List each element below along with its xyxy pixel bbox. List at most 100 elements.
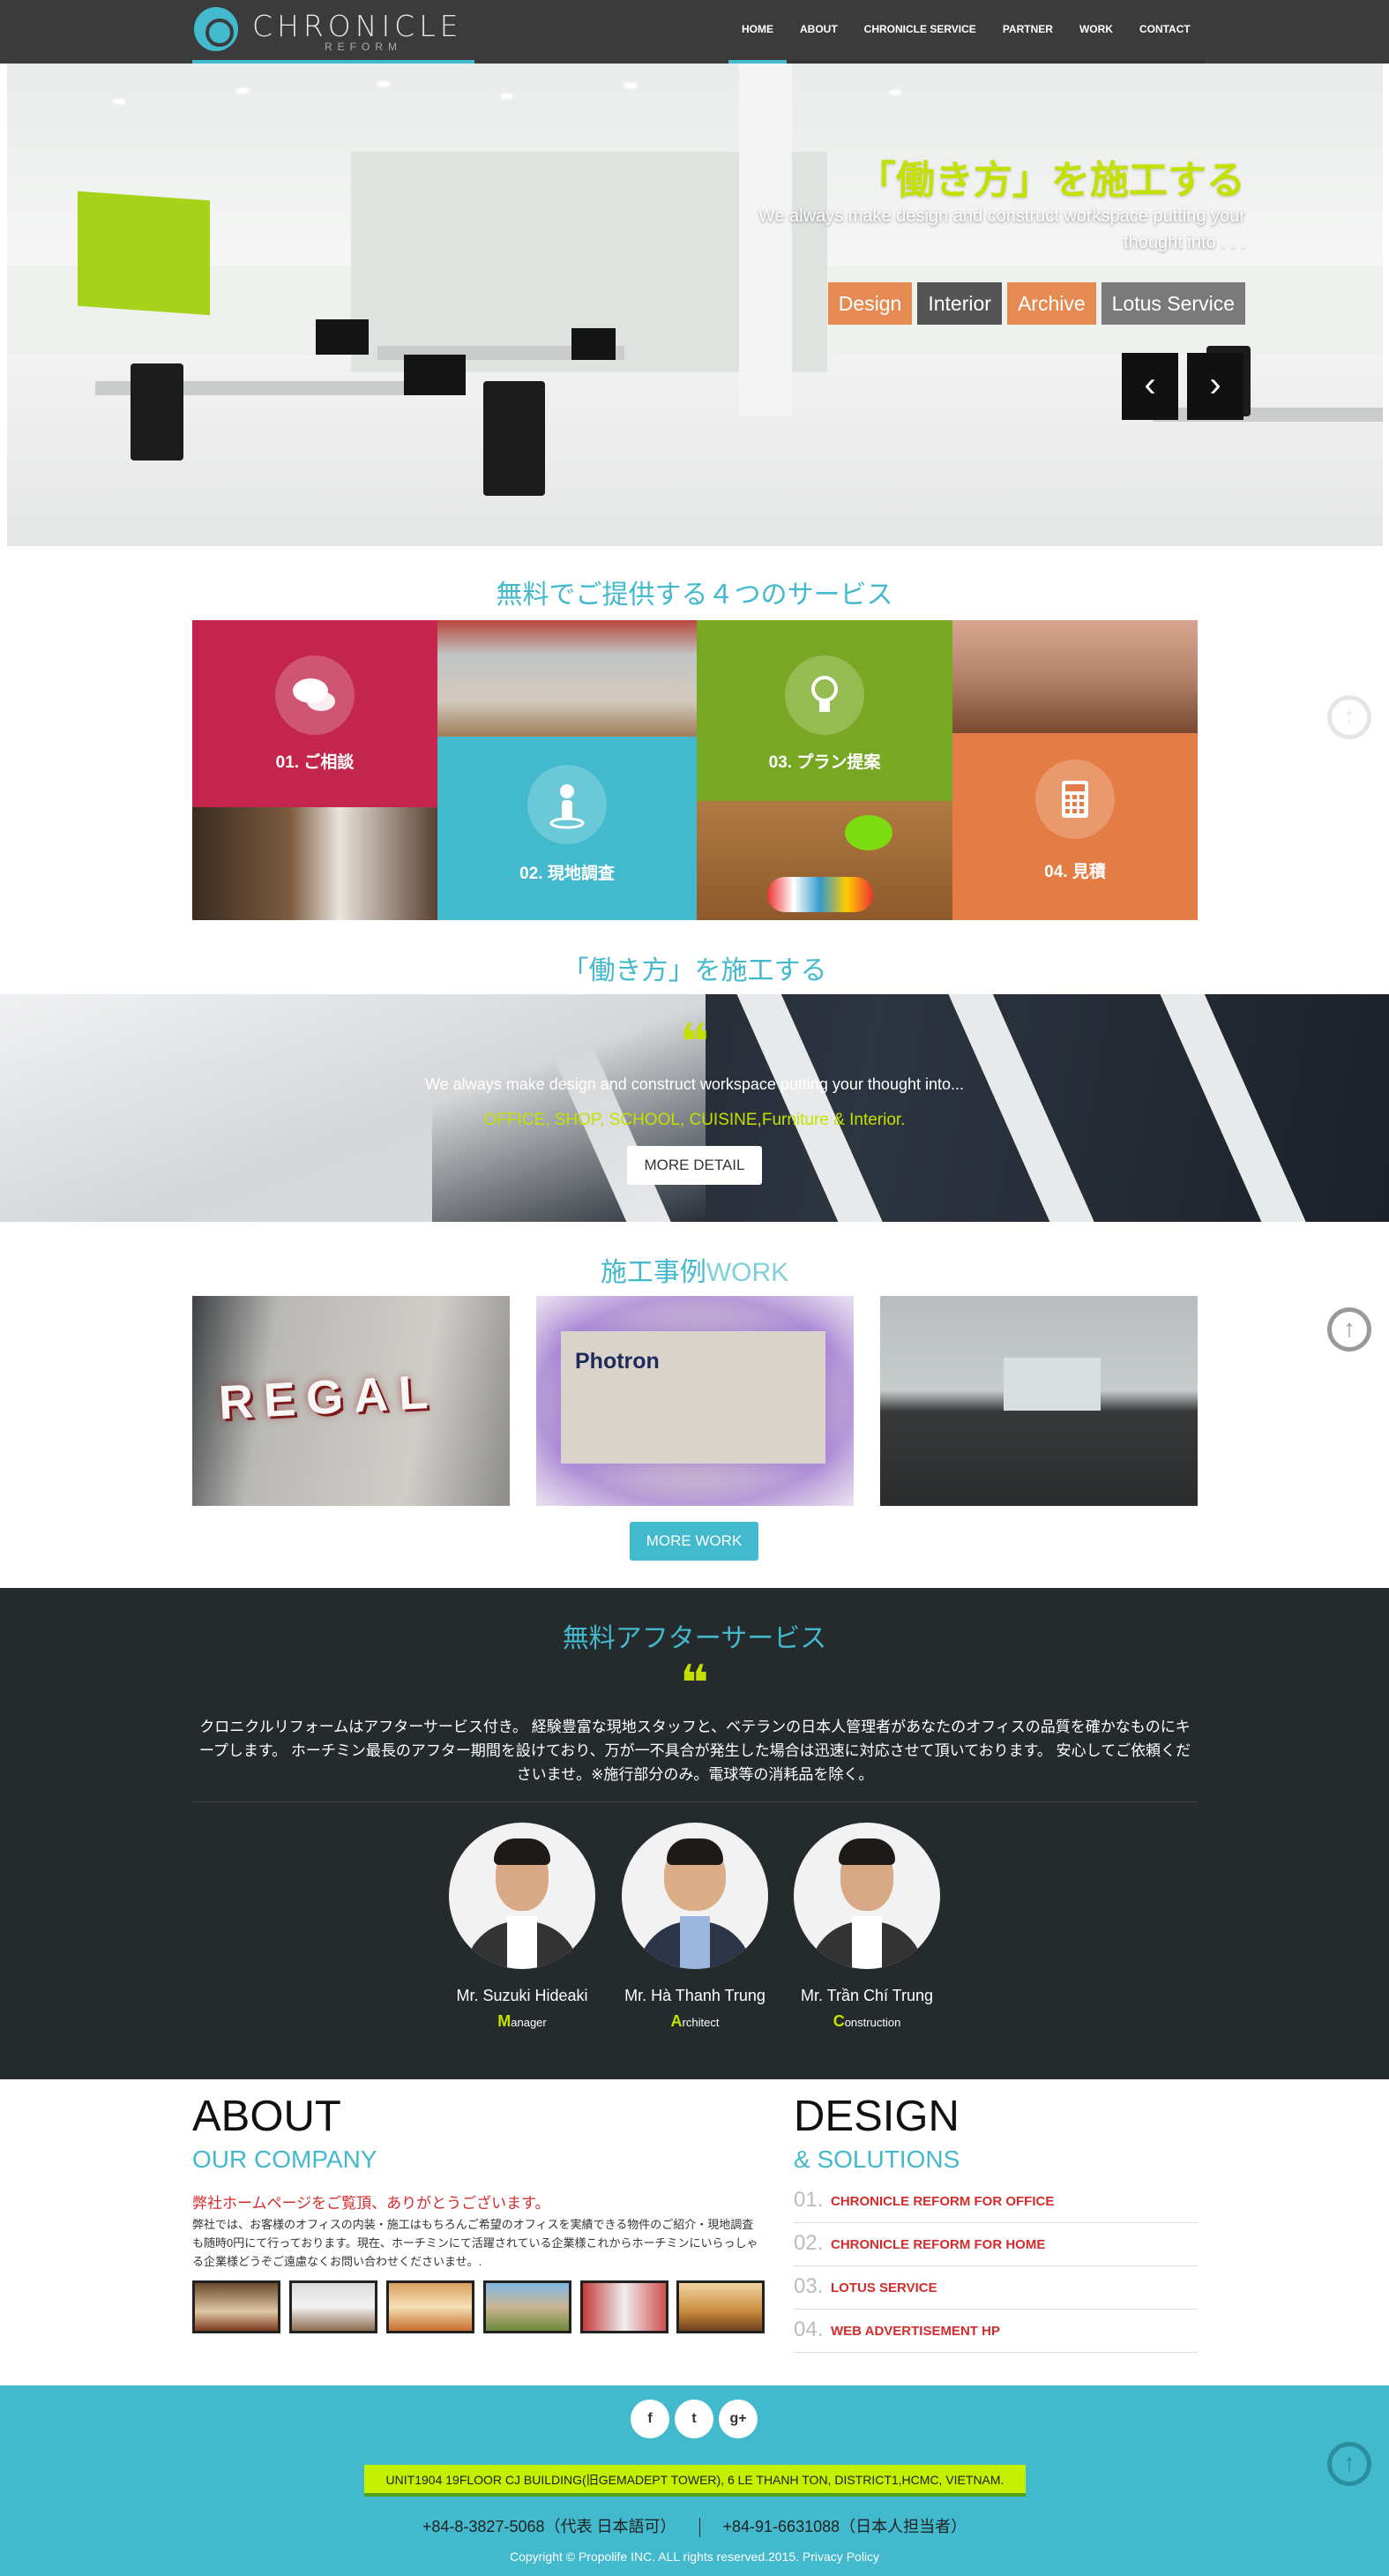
calculator-icon <box>1035 760 1115 839</box>
service-label: 03. プラン提案 <box>768 753 881 772</box>
logo[interactable]: CHRONICLE REFORM <box>192 0 474 64</box>
member-name: Mr. Trần Chí Trung <box>800 1987 934 2004</box>
monitor <box>404 355 466 395</box>
more-detail-button[interactable]: MORE DETAIL <box>627 1146 762 1185</box>
work-heading: 施工事例WORK <box>0 1250 1389 1289</box>
team-member: Mr. Hà Thanh Trung Architect <box>607 1823 783 2031</box>
design-item[interactable]: 03. LOTUS SERVICE <box>794 2267 1198 2310</box>
lightbulb-icon <box>785 655 864 735</box>
regal-sign: REGAL <box>217 1365 440 1430</box>
phone-japanese[interactable]: +84-91-6631088（日本人担当者） <box>723 2518 967 2535</box>
phone-main[interactable]: +84-8-3827-5068（代表 日本語可） <box>422 2518 676 2535</box>
services-heading: 無料でご提供する４つのサービス <box>496 580 893 610</box>
tag-lotus-service[interactable]: Lotus Service <box>1101 282 1245 325</box>
green-chair-photo <box>697 801 952 920</box>
monitor <box>316 319 369 355</box>
after-service-heading: 無料アフターサービス <box>562 1624 827 1653</box>
chevron-right-icon: › <box>1209 365 1221 404</box>
concept-text: We always make design and construct work… <box>425 1075 964 1093</box>
site-footer: f t g+ UNIT1904 19FLOOR CJ BUILDING(旧GEM… <box>0 2385 1389 2576</box>
tag-interior[interactable]: Interior <box>917 282 1002 325</box>
twitter-icon[interactable]: t <box>675 2400 713 2438</box>
lounge-photo <box>952 620 1198 733</box>
thumbnail[interactable] <box>676 2280 765 2333</box>
member-name: Mr. Hà Thanh Trung <box>624 1987 765 2004</box>
footer-phones: +84-8-3827-5068（代表 日本語可） +84-91-6631088（日… <box>0 2514 1389 2538</box>
service-label: 04. 見積 <box>1044 863 1106 881</box>
hero-title: 「働き方」を施工する <box>857 159 1245 202</box>
tag-design[interactable]: Design <box>827 282 913 325</box>
office-window <box>1004 1358 1101 1411</box>
quote-icon: ❝ <box>680 1014 709 1069</box>
service-tile-plan-proposal[interactable]: 03. プラン提案 <box>697 620 952 801</box>
ceiling-light <box>236 88 249 94</box>
service-label: 02. 現地調査 <box>519 865 615 883</box>
design-item[interactable]: 02. CHRONICLE REFORM FOR HOME <box>794 2224 1198 2266</box>
service-label: 01. ご相談 <box>275 753 355 772</box>
logo-name: CHRONICLE <box>252 9 463 43</box>
logo-sub: REFORM <box>325 41 402 53</box>
design-subheading: & SOLUTIONS <box>794 2145 960 2173</box>
copyright: Copyright © Propolife INC. ALL rights re… <box>509 2550 880 2564</box>
service-tile-site-survey[interactable]: 02. 現地調査 <box>437 737 697 920</box>
thumbnail[interactable] <box>483 2280 571 2333</box>
facebook-icon[interactable]: f <box>631 2400 669 2438</box>
living-room-photo <box>437 620 697 737</box>
work-heading-en: WORK <box>706 1258 789 1287</box>
kitchen-photo <box>192 807 437 920</box>
nav-home[interactable]: HOME <box>728 0 787 64</box>
thumbnail[interactable] <box>580 2280 668 2333</box>
chevron-left-icon: ‹ <box>1144 365 1156 404</box>
work-image-empty-office[interactable] <box>880 1296 1198 1506</box>
hero-tags: Design Interior Archive Lotus Service <box>827 282 1245 325</box>
thumbnail[interactable] <box>386 2280 474 2333</box>
about-text: 弊社では、お客様のオフィスの内装・施工はもちろんご希望のオフィスを実績できる物件… <box>192 2218 758 2268</box>
nav-partner[interactable]: PARTNER <box>989 0 1066 64</box>
design-item[interactable]: 04. WEB ADVERTISEMENT HP <box>794 2310 1198 2353</box>
arrow-up-circle-icon[interactable]: ↑ <box>1327 2442 1371 2486</box>
ceiling-light <box>113 99 125 104</box>
concept-highlight: OFFICE, SHOP, SCHOOL, CUISINE,Furniture … <box>483 1111 906 1129</box>
after-service-section: 無料アフターサービス ❝ クロニクルリフォームはアフターサービス付き。 経験豊富… <box>0 1588 1389 2079</box>
service-tile-estimate[interactable]: 04. 見積 <box>952 733 1198 920</box>
thumbnail[interactable] <box>289 2280 377 2333</box>
thumbnail[interactable] <box>192 2280 280 2333</box>
ceiling-light <box>624 83 637 88</box>
concept-band: ❝ We always make design and construct wo… <box>0 994 1389 1222</box>
ceiling-light <box>889 90 901 95</box>
work-image-regal[interactable]: REGAL <box>192 1296 510 1506</box>
slider-prev-button[interactable]: ‹ <box>1122 353 1178 420</box>
arrow-up-circle-icon[interactable]: ↑ <box>1327 695 1371 739</box>
design-item[interactable]: 01. CHRONICLE REFORM FOR OFFICE <box>794 2181 1198 2223</box>
avatar <box>794 1823 940 1969</box>
office-chair <box>131 363 183 461</box>
ceiling-light <box>501 94 513 99</box>
more-work-button[interactable]: MORE WORK <box>630 1522 758 1561</box>
divider <box>698 2518 700 2538</box>
design-heading: DESIGN <box>794 2093 960 2140</box>
hero-slider: 「働き方」を施工する We always make design and con… <box>7 64 1383 546</box>
nav-contact[interactable]: CONTACT <box>1126 0 1204 64</box>
google-plus-icon[interactable]: g+ <box>719 2400 758 2438</box>
service-tile-consultation[interactable]: 01. ご相談 <box>192 620 437 807</box>
about-heading: ABOUT <box>192 2093 341 2140</box>
work-image-photron[interactable]: Photron <box>536 1296 854 1506</box>
main-nav: HOME ABOUT CHRONICLE SERVICE PARTNER WOR… <box>728 0 1204 64</box>
nav-chronicle-service[interactable]: CHRONICLE SERVICE <box>851 0 989 64</box>
nav-work[interactable]: WORK <box>1066 0 1126 64</box>
tag-archive[interactable]: Archive <box>1006 282 1096 325</box>
nav-about[interactable]: ABOUT <box>787 0 851 64</box>
avatar <box>622 1823 768 1969</box>
chat-bubbles-icon <box>275 655 355 735</box>
office-chair <box>483 381 545 496</box>
team-member: Mr. Trần Chí Trung Construction <box>779 1823 955 2031</box>
concept-heading: 「働き方」を施工する <box>562 956 827 985</box>
chair-seat <box>845 815 892 850</box>
member-role: Construction <box>833 2012 901 2030</box>
slider-next-button[interactable]: › <box>1187 353 1243 420</box>
team-member: Mr. Suzuki Hideaki Manager <box>434 1823 610 2031</box>
arrow-up-circle-icon[interactable]: ↑ <box>1327 1307 1371 1352</box>
cushion <box>767 877 873 912</box>
footer-address: UNIT1904 19FLOOR CJ BUILDING(旧GEMADEPT T… <box>364 2465 1026 2497</box>
member-role: Manager <box>497 2012 547 2030</box>
